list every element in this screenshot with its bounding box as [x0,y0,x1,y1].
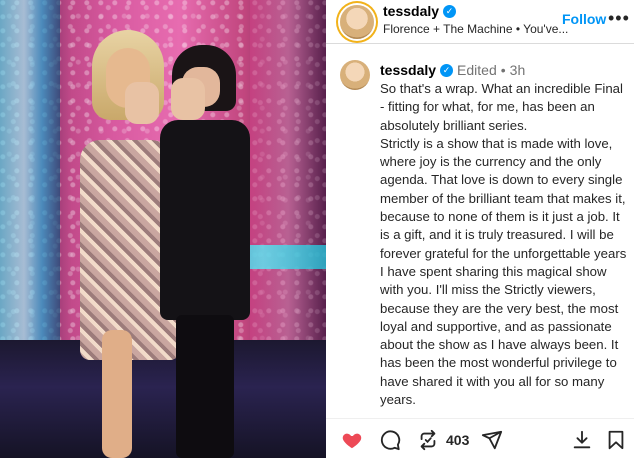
caption-text: So that's a wrap. What an incredible Fin… [380,80,630,409]
caption-avatar[interactable] [340,60,370,90]
download-icon[interactable] [570,428,594,452]
verified-badge-icon: ✓ [443,4,457,18]
post-header: tessdaly ✓ Florence + The Machine • You'… [326,0,634,44]
follow-button[interactable]: Follow [562,11,606,27]
caption-paragraph: Strictly is a show that is made with lov… [380,135,627,408]
more-options-icon[interactable]: ••• [608,8,630,29]
post-image[interactable] [0,0,326,458]
avatar[interactable] [340,5,374,39]
post-time[interactable]: 3h [510,62,526,78]
audio-label[interactable]: Florence + The Machine • You've... [383,22,568,36]
separator-dot: • [500,62,506,78]
action-bar: 403 [326,418,634,458]
edited-label: Edited [457,62,497,78]
share-icon[interactable] [480,428,504,452]
caption-paragraph: So that's a wrap. What an incredible Fin… [380,81,623,133]
post-panel: tessdaly ✓ Florence + The Machine • You'… [326,0,634,458]
username-link[interactable]: tessdaly [383,3,439,19]
waving-hands [125,78,215,128]
caption: tessdaly ✓ Edited • 3h So that's a wrap.… [326,44,634,416]
repost-icon[interactable] [416,428,440,452]
verified-badge-icon: ✓ [440,63,454,77]
repost-count: 403 [446,432,470,448]
comment-icon[interactable] [378,428,402,452]
caption-username[interactable]: tessdaly [380,62,436,78]
heart-icon[interactable] [340,428,364,452]
bookmark-icon[interactable] [604,428,628,452]
